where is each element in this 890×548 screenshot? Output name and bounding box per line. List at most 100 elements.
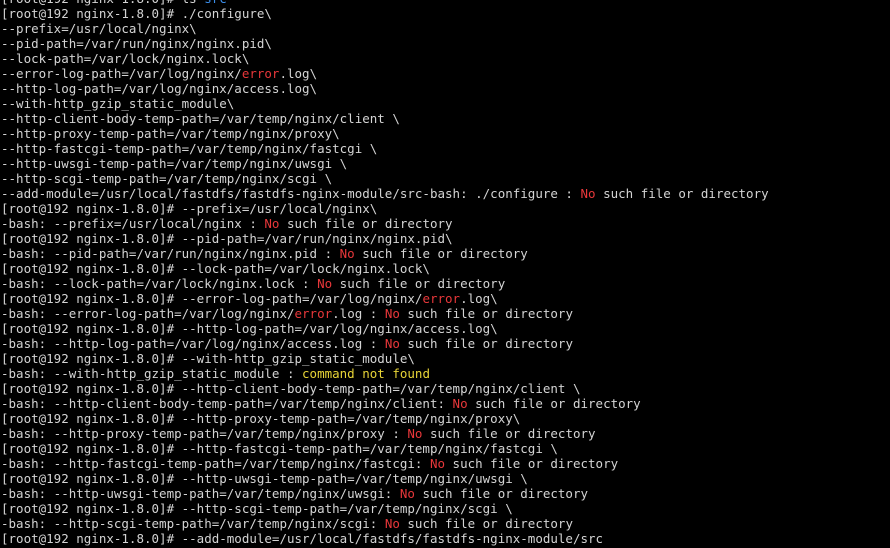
terminal-text-segment: -bash: --http-uwsgi-temp-path=/var/temp/…: [1, 486, 400, 501]
terminal-line: -bash: --http-scgi-temp-path=/var/temp/n…: [0, 516, 890, 531]
terminal-text-segment: No: [317, 276, 333, 291]
terminal-text-segment: -bash: --prefix=/usr/local/nginx :: [1, 216, 265, 231]
terminal-line: [root@192 nginx-1.8.0]# --pid-path=/var/…: [0, 231, 890, 246]
terminal-text-segment: such file or directory: [279, 216, 453, 231]
terminal-text-segment: No: [452, 396, 468, 411]
terminal-text-segment: error: [294, 306, 333, 321]
terminal-line: [root@192 nginx-1.8.0]# --http-log-path=…: [0, 321, 890, 336]
terminal-text-segment: -bash: --http-client-body-temp-path=/var…: [1, 396, 453, 411]
terminal-text-segment: No: [339, 246, 355, 261]
terminal-line: [root@192 nginx-1.8.0]# --http-scgi-temp…: [0, 501, 890, 516]
terminal-text-segment: error: [422, 291, 461, 306]
terminal-text-segment: [root@192 nginx-1.8.0]# --http-fastcgi-t…: [1, 441, 558, 456]
terminal-text-segment: such file or directory: [414, 486, 589, 501]
terminal-text-segment: --pid-path=/var/run/nginx/nginx.pid\: [1, 36, 272, 51]
terminal-text-segment: -bash: --http-fastcgi-temp-path=/var/tem…: [1, 456, 430, 471]
terminal-text-segment: [root@192 nginx-1.8.0]# --error-log-path…: [1, 291, 423, 306]
terminal-text-segment: command not found: [302, 366, 430, 381]
terminal-text-segment: --error-log-path=/var/log/nginx/: [1, 66, 242, 81]
terminal-text-segment: .log :: [332, 306, 385, 321]
terminal-text-segment: No: [264, 216, 280, 231]
terminal-text-segment: No: [399, 486, 415, 501]
terminal-text-segment: --prefix=/usr/local/nginx\: [1, 21, 197, 36]
terminal-text-segment: [root@192 nginx-1.8.0]# --prefix=/usr/lo…: [1, 201, 378, 216]
terminal-line: -bash: --with-http_gzip_static_module : …: [0, 366, 890, 381]
terminal-line: -bash: --http-fastcgi-temp-path=/var/tem…: [0, 456, 890, 471]
terminal-line: [root@192 nginx-1.8.0]# --http-proxy-tem…: [0, 411, 890, 426]
terminal-line: --lock-path=/var/lock/nginx.lock\: [0, 51, 890, 66]
terminal-text-segment: such file or directory: [399, 516, 573, 531]
terminal-line: --with-http_gzip_static_module\: [0, 96, 890, 111]
terminal-text-segment: -bash: --pid-path=/var/run/nginx/nginx.p…: [1, 246, 340, 261]
terminal-text-segment: [root@192 nginx-1.8.0]# ./configure\: [1, 6, 272, 21]
terminal-text-segment: --http-fastcgi-temp-path=/var/temp/nginx…: [1, 141, 378, 156]
terminal-text-segment: --http-log-path=/var/log/nginx/access.lo…: [1, 81, 318, 96]
terminal-text-segment: --lock-path=/var/lock/nginx.lock\: [1, 51, 250, 66]
terminal-text-segment: [root@192 nginx-1.8.0]# --http-uwsgi-tem…: [1, 471, 528, 486]
terminal-text-segment: [root@192 nginx-1.8.0]# --http-client-bo…: [1, 381, 581, 396]
terminal-text-segment: error: [241, 66, 280, 81]
terminal-text-segment: -bash: --http-proxy-temp-path=/var/temp/…: [1, 426, 408, 441]
terminal-text-segment: -bash: --http-log-path=/var/log/nginx/ac…: [1, 336, 385, 351]
terminal-text-segment: such file or directory: [399, 336, 573, 351]
terminal-text-segment: -bash: --with-http_gzip_static_module :: [1, 366, 303, 381]
terminal-line: [root@192 nginx-1.8.0]# --error-log-path…: [0, 291, 890, 306]
terminal-text-segment: -bash: --http-scgi-temp-path=/var/temp/n…: [1, 516, 385, 531]
terminal-line: --http-scgi-temp-path=/var/temp/nginx/sc…: [0, 171, 890, 186]
terminal-text-segment: [root@192 nginx-1.8.0]# --with-http_gzip…: [1, 351, 415, 366]
terminal-line: -bash: --http-client-body-temp-path=/var…: [0, 396, 890, 411]
terminal-line: [root@192 nginx-1.8.0]# --lock-path=/var…: [0, 261, 890, 276]
terminal-text-segment: .log\: [279, 66, 318, 81]
terminal-text-segment: such file or directory: [332, 276, 506, 291]
terminal-text-segment: --add-module=/usr/local/fastdfs/fastdfs-…: [1, 186, 581, 201]
terminal-line: [root@192 nginx-1.8.0]# --with-http_gzip…: [0, 351, 890, 366]
terminal-text-segment: such file or directory: [354, 246, 528, 261]
terminal-text-segment: [root@192 nginx-1.8.0]# --pid-path=/var/…: [1, 231, 453, 246]
terminal-text-segment: No: [407, 426, 423, 441]
terminal-line: -bash: --http-log-path=/var/log/nginx/ac…: [0, 336, 890, 351]
terminal-text-segment: such file or directory: [422, 426, 596, 441]
terminal-text-segment: such file or directory: [445, 456, 619, 471]
terminal-line: --add-module=/usr/local/fastdfs/fastdfs-…: [0, 186, 890, 201]
terminal-line: [root@192 nginx-1.8.0]# --http-uwsgi-tem…: [0, 471, 890, 486]
terminal-text-segment: such file or directory: [467, 396, 641, 411]
terminal-line: --http-proxy-temp-path=/var/temp/nginx/p…: [0, 126, 890, 141]
terminal-line: -bash: --pid-path=/var/run/nginx/nginx.p…: [0, 246, 890, 261]
terminal-text-segment: No: [429, 456, 446, 471]
terminal-line: [root@192 nginx-1.8.0]# --http-fastcgi-t…: [0, 441, 890, 456]
terminal-line: [root@192 nginx-1.8.0]# ./configure\: [0, 6, 890, 21]
terminal-line: --http-client-body-temp-path=/var/temp/n…: [0, 111, 890, 126]
terminal-output[interactable]: [root@192 nginx-1.8.0]# ls src[root@192 …: [0, 0, 890, 548]
terminal-text-segment: [root@192 nginx-1.8.0]# --http-log-path=…: [1, 321, 498, 336]
terminal-text-segment: --http-proxy-temp-path=/var/temp/nginx/p…: [1, 126, 340, 141]
terminal-line: -bash: --http-proxy-temp-path=/var/temp/…: [0, 426, 890, 441]
terminal-text-segment: [root@192 nginx-1.8.0]# --lock-path=/var…: [1, 261, 430, 276]
terminal-text-segment: [root@192 nginx-1.8.0]# --add-module=/us…: [1, 531, 604, 546]
terminal-text-segment: -bash: --lock-path=/var/lock/nginx.lock …: [1, 276, 318, 291]
terminal-text-segment: --http-client-body-temp-path=/var/temp/n…: [1, 111, 400, 126]
terminal-line: --http-log-path=/var/log/nginx/access.lo…: [0, 81, 890, 96]
terminal-text-segment: such file or directory: [399, 306, 573, 321]
terminal-text-segment: No: [580, 186, 596, 201]
terminal-text-segment: [root@192 nginx-1.8.0]# --http-proxy-tem…: [1, 411, 521, 426]
terminal-text-segment: No: [384, 306, 400, 321]
terminal-line: -bash: --http-uwsgi-temp-path=/var/temp/…: [0, 486, 890, 501]
terminal-text-segment: -bash: --error-log-path=/var/log/nginx/: [1, 306, 295, 321]
terminal-line: -bash: --error-log-path=/var/log/nginx/e…: [0, 306, 890, 321]
terminal-text-segment: [root@192 nginx-1.8.0]# --http-scgi-temp…: [1, 501, 513, 516]
terminal-line: -bash: --lock-path=/var/lock/nginx.lock …: [0, 276, 890, 291]
terminal-text-segment: .log\: [460, 291, 498, 306]
terminal-line: --error-log-path=/var/log/nginx/error.lo…: [0, 66, 890, 81]
terminal-text-segment: --http-scgi-temp-path=/var/temp/nginx/sc…: [1, 171, 333, 186]
terminal-line: --pid-path=/var/run/nginx/nginx.pid\: [0, 36, 890, 51]
terminal-line: [root@192 nginx-1.8.0]# --prefix=/usr/lo…: [0, 201, 890, 216]
terminal-line: --http-uwsgi-temp-path=/var/temp/nginx/u…: [0, 156, 890, 171]
terminal-text-segment: such file or directory: [595, 186, 769, 201]
terminal-text-segment: --with-http_gzip_static_module\: [1, 96, 235, 111]
terminal-line: --prefix=/usr/local/nginx\: [0, 21, 890, 36]
terminal-line: -bash: --prefix=/usr/local/nginx : No su…: [0, 216, 890, 231]
terminal-text-segment: No: [384, 336, 400, 351]
terminal-line: --http-fastcgi-temp-path=/var/temp/nginx…: [0, 141, 890, 156]
terminal-text-segment: --http-uwsgi-temp-path=/var/temp/nginx/u…: [1, 156, 348, 171]
terminal-text-segment: No: [384, 516, 400, 531]
